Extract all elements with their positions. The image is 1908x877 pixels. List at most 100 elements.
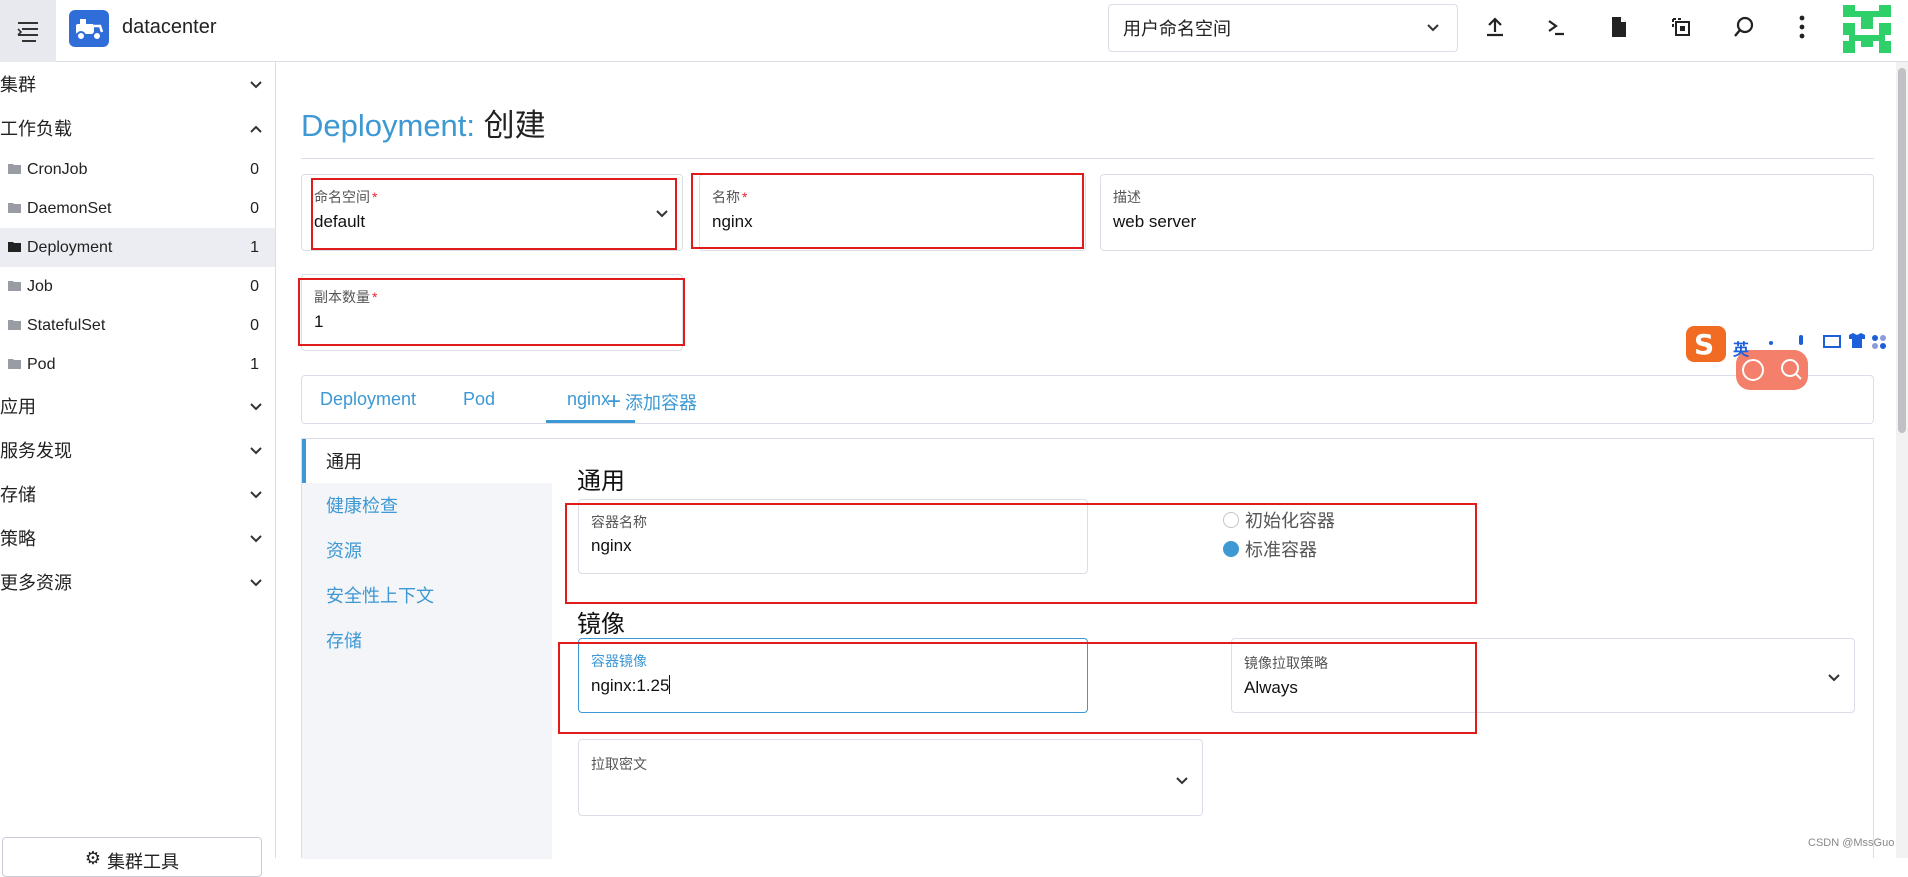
- subnav-general[interactable]: 通用: [302, 439, 552, 483]
- radio-button-selected: [1223, 541, 1239, 557]
- active-tab-indicator: [546, 420, 635, 423]
- subnav-health-check[interactable]: 健康检查: [302, 483, 552, 527]
- sidebar-group-label: 更多资源: [0, 573, 72, 593]
- sidebar-item-count: 0: [250, 316, 259, 334]
- chevron-down-icon: [249, 398, 263, 419]
- name-label: 名称 *: [712, 189, 748, 205]
- terminal-icon[interactable]: [1543, 14, 1569, 40]
- namespace-select[interactable]: 命名空间 * default: [301, 174, 683, 251]
- container-image-input[interactable]: nginx:1.25: [591, 675, 671, 696]
- more-vertical-icon[interactable]: [1789, 14, 1815, 40]
- scrollbar-thumb[interactable]: [1898, 68, 1906, 433]
- ime-language-label[interactable]: 英: [1733, 336, 1749, 360]
- namespace-value: default: [314, 212, 366, 231]
- sidebar-group-workloads[interactable]: 工作负载: [0, 106, 275, 150]
- copy-icon[interactable]: [1668, 14, 1694, 40]
- main-content: Deployment: 创建 命名空间 * default 名称 * nginx 描…: [277, 62, 1890, 859]
- pull-policy-select[interactable]: 镜像拉取策略 Always: [1231, 638, 1855, 713]
- sidebar-group-label: 存储: [0, 485, 36, 505]
- search-icon[interactable]: [1731, 14, 1757, 40]
- tab-add-container[interactable]: + 添加容器: [607, 389, 697, 415]
- file-icon[interactable]: [1606, 14, 1632, 40]
- upload-icon[interactable]: [1482, 14, 1508, 40]
- sidebar-group-policy[interactable]: 策略: [0, 516, 275, 560]
- container-image-field[interactable]: 容器镜像 nginx:1.25: [578, 638, 1088, 713]
- subnav-security-context[interactable]: 安全性上下文: [302, 573, 552, 617]
- container-name-field[interactable]: 容器名称 nginx: [578, 499, 1088, 574]
- sidebar-item-count: 0: [250, 199, 259, 217]
- namespace-select[interactable]: 用户命名空间: [1108, 4, 1458, 52]
- tab-deployment[interactable]: Deployment: [320, 389, 416, 410]
- sidebar-group-label: 服务发现: [0, 441, 72, 461]
- sidebar-group-storage[interactable]: 存储: [0, 472, 275, 516]
- container-panel: 通用 健康检查 资源 安全性上下文 存储 通用 容器名称 nginx 初始化容器…: [301, 438, 1874, 859]
- svg-text:S: S: [1694, 328, 1714, 361]
- top-bar: datacenter 用户命名空间: [0, 0, 1908, 62]
- watermark: CSDN @MssGuo: [1808, 837, 1895, 849]
- description-label: 描述: [1113, 189, 1141, 205]
- replicas-field[interactable]: 副本数量 * 1: [301, 274, 683, 351]
- sidebar-item-daemonset[interactable]: DaemonSet 0: [0, 189, 275, 228]
- sidebar-group-label: 集群: [0, 75, 36, 95]
- folder-icon: [8, 317, 21, 335]
- container-subnav: 通用 健康检查 资源 安全性上下文 存储: [302, 439, 552, 859]
- sidebar-item-label: DaemonSet: [27, 199, 112, 217]
- subnav-resources[interactable]: 资源: [302, 528, 552, 572]
- plus-icon: +: [607, 388, 622, 415]
- app-title[interactable]: datacenter: [122, 16, 217, 39]
- app-logo[interactable]: [69, 10, 109, 47]
- sidebar-item-label: Job: [27, 277, 53, 295]
- add-container-label: 添加容器: [625, 393, 698, 413]
- tab-nginx[interactable]: nginx: [567, 389, 610, 410]
- sidebar-item-count: 0: [250, 277, 259, 295]
- sidebar-item-deployment[interactable]: Deployment 1: [0, 228, 275, 267]
- scrollbar[interactable]: [1896, 62, 1908, 858]
- subnav-storage[interactable]: 存储: [302, 618, 552, 662]
- pull-policy-value: Always: [1244, 678, 1298, 697]
- sidebar-group-label: 应用: [0, 397, 36, 417]
- sidebar-item-label: Deployment: [27, 238, 113, 256]
- radio-button: [1223, 512, 1239, 528]
- container-name-label: 容器名称: [591, 514, 647, 530]
- pull-policy-label: 镜像拉取策略: [1244, 655, 1328, 671]
- radio-init-container[interactable]: 初始化容器: [1223, 507, 1335, 533]
- pull-secret-select[interactable]: 拉取密文: [578, 739, 1203, 816]
- sidebar-group-label: 工作负载: [0, 119, 72, 139]
- container-name-value: nginx: [591, 536, 632, 555]
- sidebar-item-label: StatefulSet: [27, 316, 106, 334]
- sidebar-group-more-resources[interactable]: 更多资源: [0, 560, 275, 604]
- chevron-down-icon: [249, 574, 263, 595]
- chevron-down-icon: [1826, 669, 1842, 690]
- sidebar-item-cronjob[interactable]: CronJob 0: [0, 150, 275, 189]
- chevron-down-icon: [249, 76, 263, 97]
- sidebar-item-label: CronJob: [27, 160, 88, 178]
- section-title-image: 镜像: [577, 611, 625, 638]
- container-image-label: 容器镜像: [591, 653, 647, 669]
- sidebar-group-apps[interactable]: 应用: [0, 384, 275, 428]
- page-title: Deployment: 创建: [301, 100, 546, 145]
- tab-pod[interactable]: Pod: [463, 389, 495, 410]
- sidebar-item-pod[interactable]: Pod 1: [0, 345, 275, 384]
- sidebar-item-statefulset[interactable]: StatefulSet 0: [0, 306, 275, 345]
- cluster-tools-label: 集群工具: [107, 852, 180, 872]
- sidebar-group-service-discovery[interactable]: 服务发现: [0, 428, 275, 472]
- replicas-label: 副本数量 *: [314, 289, 378, 305]
- description-field[interactable]: 描述 web server: [1100, 174, 1874, 251]
- chevron-down-icon: [249, 530, 263, 551]
- menu-icon[interactable]: [0, 0, 56, 62]
- cluster-tools-button[interactable]: ⚙ 集群工具: [2, 837, 262, 877]
- radio-standard-container[interactable]: 标准容器: [1223, 536, 1317, 562]
- folder-icon: [8, 200, 21, 218]
- page-title-action: 创建: [483, 108, 546, 143]
- sidebar-item-job[interactable]: Job 0: [0, 267, 275, 306]
- folder-open-icon: [8, 239, 21, 257]
- radio-init-label: 初始化容器: [1245, 511, 1335, 531]
- divider: [301, 158, 1874, 159]
- sidebar-group-cluster[interactable]: 集群: [0, 62, 275, 106]
- name-field[interactable]: 名称 * nginx: [699, 174, 1086, 251]
- chevron-down-icon: [249, 486, 263, 507]
- radio-standard-label: 标准容器: [1245, 540, 1317, 560]
- pull-secret-label: 拉取密文: [591, 756, 647, 772]
- page-title-kind: Deployment:: [301, 108, 476, 143]
- user-avatar[interactable]: [1843, 5, 1891, 53]
